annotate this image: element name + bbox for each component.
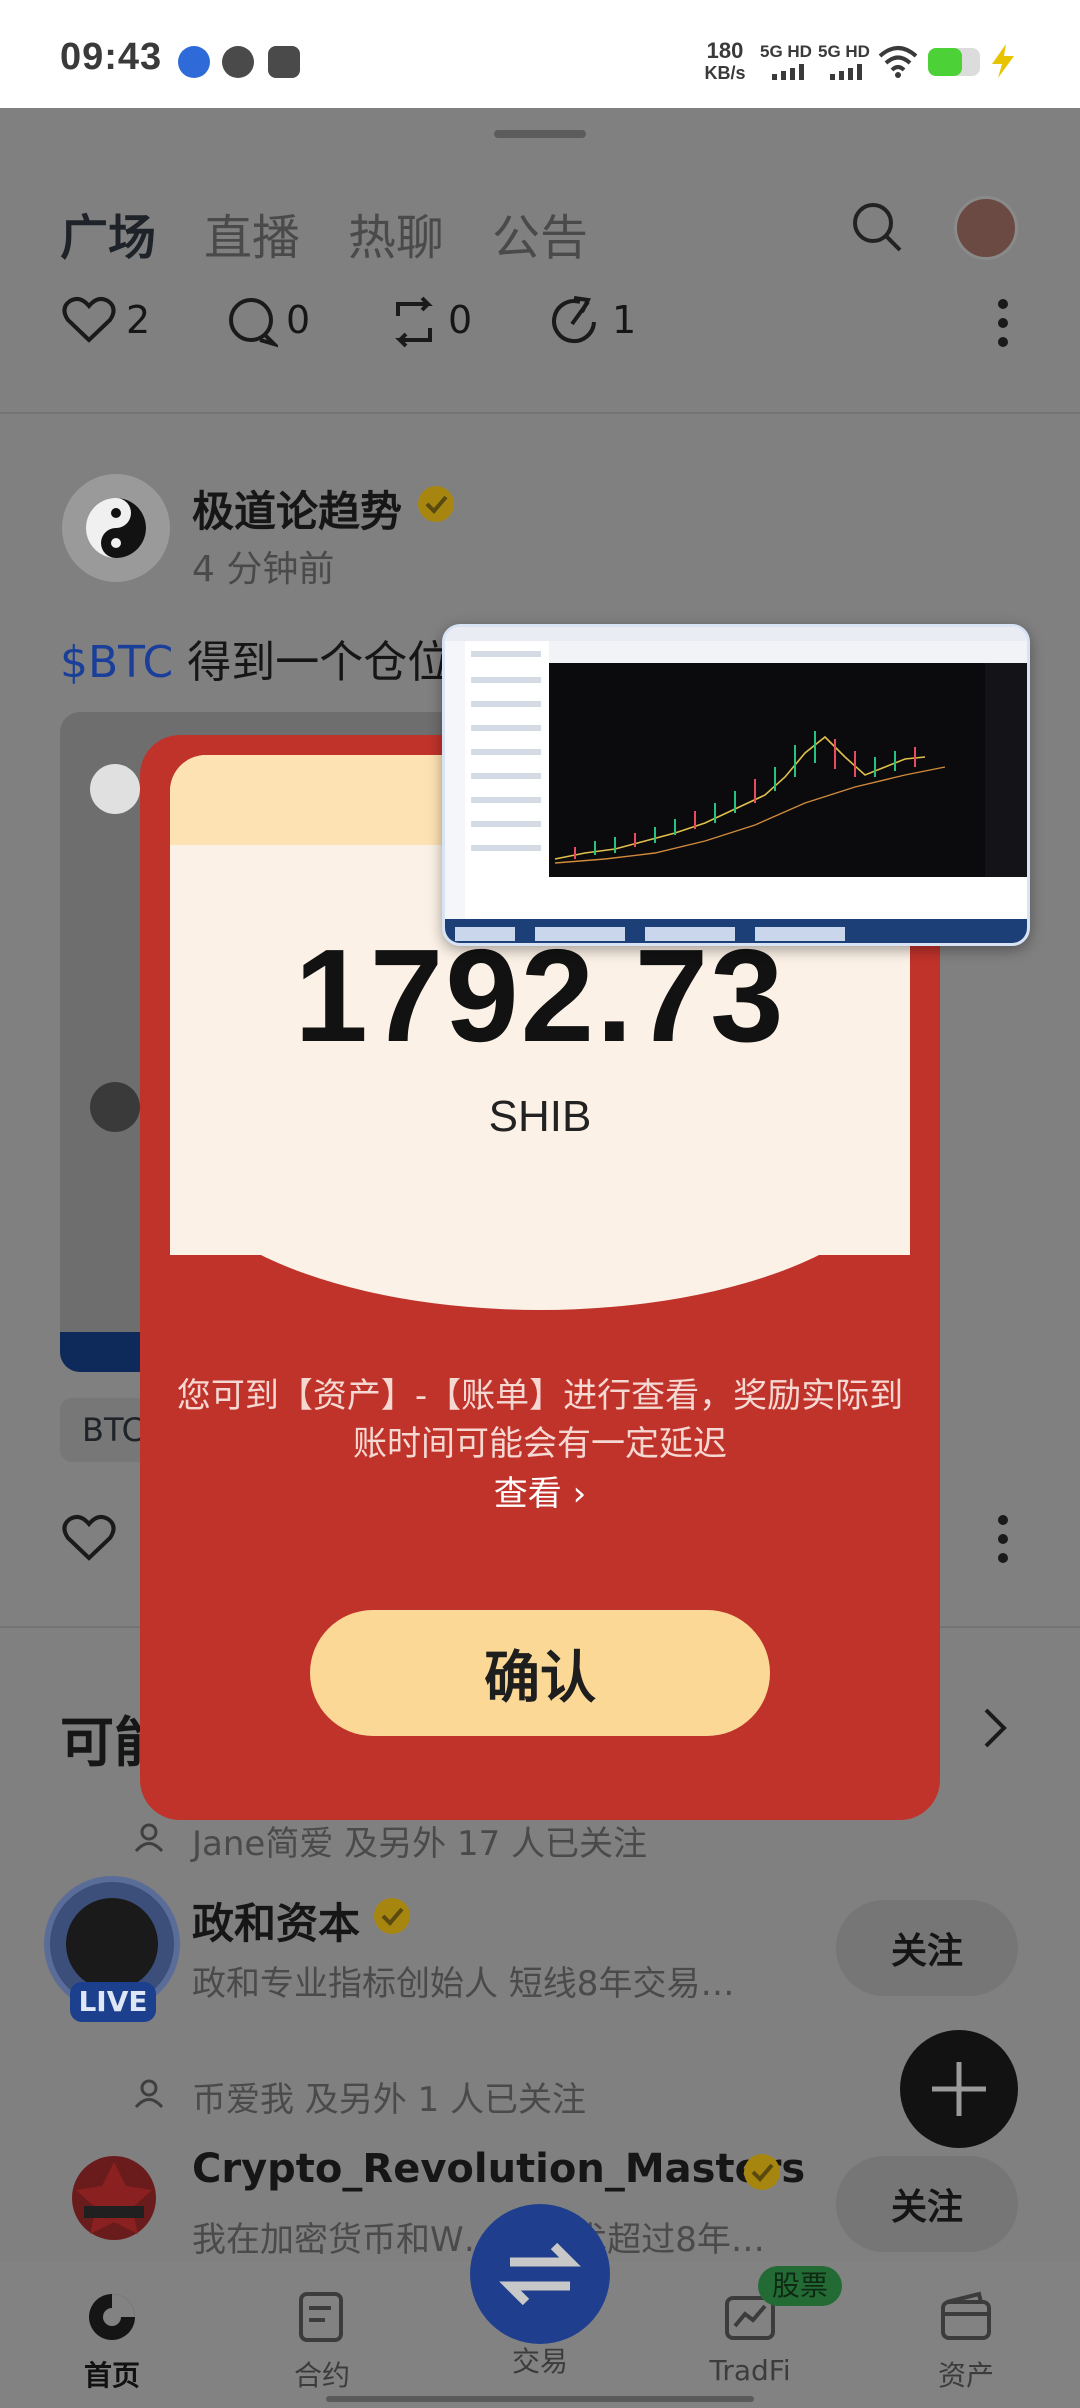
bag-notification-icon bbox=[268, 46, 300, 78]
tab-announcements[interactable]: 公告 bbox=[492, 198, 588, 268]
verified-badge-icon bbox=[372, 1896, 412, 1940]
suggested-user-name[interactable]: 政和资本 bbox=[192, 1890, 360, 1951]
share-count: 1 bbox=[612, 298, 637, 342]
status-time: 09:43 bbox=[60, 36, 163, 78]
home-indicator bbox=[326, 2396, 754, 2402]
verified-badge-icon bbox=[742, 2152, 782, 2196]
net-speed-value: 180 bbox=[706, 38, 744, 63]
tab-square[interactable]: 广场 bbox=[60, 198, 156, 268]
nav-home-label: 首页 bbox=[83, 2359, 140, 2392]
wallet-icon bbox=[941, 2291, 991, 2340]
stock-badge: 股票 bbox=[758, 2266, 842, 2306]
nav-home[interactable]: 首页 bbox=[42, 2290, 182, 2394]
post-time: 4 分钟前 bbox=[192, 549, 335, 590]
status-bar: 09:43 180 KB/s 5G HD 5G HD bbox=[0, 0, 1080, 108]
more-options-icon-2[interactable] bbox=[996, 1514, 1010, 1568]
search-icon[interactable] bbox=[850, 200, 904, 258]
net-speed-unit: KB/s bbox=[704, 63, 746, 83]
home-icon bbox=[89, 2294, 135, 2340]
sim2-label: 5G HD bbox=[818, 42, 870, 61]
nav-tradfi-label: TradFi bbox=[709, 2354, 791, 2387]
envelope-flap-left bbox=[170, 755, 460, 845]
futures-icon bbox=[299, 2292, 343, 2342]
sheet-handle[interactable] bbox=[494, 130, 586, 138]
live-badge: LIVE bbox=[70, 1982, 156, 2022]
view-bill-link[interactable]: 查看 › bbox=[170, 1466, 910, 1515]
nav-futures-label: 合约 bbox=[293, 2359, 350, 2392]
followed-by-text: Jane简爱 及另外 17 人已关注 bbox=[192, 1824, 648, 1864]
signal-icon bbox=[772, 64, 808, 84]
like-count: 2 bbox=[126, 298, 151, 342]
ticker-link[interactable]: $BTC bbox=[60, 637, 173, 688]
trading-chart-thumbnail bbox=[445, 627, 1027, 943]
nav-assets[interactable]: 资产 bbox=[896, 2290, 1036, 2394]
suggested-user-bio: 政和专业指标创始人 短线8年交易… bbox=[192, 1964, 735, 2004]
tab-hot-chat[interactable]: 热聊 bbox=[348, 198, 444, 268]
net-speed: 180 KB/s bbox=[700, 40, 750, 84]
user-icon bbox=[134, 2078, 164, 2112]
tab-live[interactable]: 直播 bbox=[204, 198, 300, 268]
followed-by-text: 币爱我 及另外 1 人已关注 bbox=[192, 2080, 587, 2120]
suggested-user-avatar[interactable] bbox=[72, 2156, 156, 2240]
reward-notice-line-2: 账时间可能会有一定延迟 bbox=[353, 1424, 727, 1464]
reward-notice: 您可到【资产】-【账单】进行查看，奖励实际到 账时间可能会有一定延迟 bbox=[170, 1372, 910, 1468]
nav-futures[interactable]: 合约 bbox=[252, 2290, 392, 2394]
confirm-button[interactable]: 确认 bbox=[310, 1610, 770, 1736]
nav-trade[interactable]: 交易 bbox=[470, 2340, 610, 2380]
avatar[interactable] bbox=[954, 196, 1018, 260]
comment-count: 0 bbox=[286, 298, 311, 342]
chart-screenshot-popup[interactable] bbox=[442, 624, 1030, 946]
post-text: $BTC 得到一个仓位 bbox=[60, 626, 451, 690]
trade-swap-icon bbox=[499, 2242, 581, 2306]
plus-icon bbox=[932, 2062, 986, 2116]
follow-button[interactable]: 关注 bbox=[836, 2156, 1018, 2252]
app-notification-icon bbox=[178, 46, 210, 78]
reward-currency: SHIB bbox=[488, 1092, 592, 1141]
create-post-button[interactable] bbox=[900, 2030, 1018, 2148]
signal-icon-2 bbox=[830, 64, 866, 84]
divider bbox=[0, 412, 1080, 414]
sim1-label: 5G HD bbox=[760, 42, 812, 61]
author-avatar[interactable] bbox=[62, 474, 170, 582]
message-notification-icon bbox=[222, 46, 254, 78]
nav-trade-label: 交易 bbox=[511, 2345, 568, 2378]
post-body: 得到一个仓位 bbox=[187, 637, 452, 688]
verified-badge-icon bbox=[416, 484, 456, 528]
wifi-icon bbox=[878, 44, 918, 82]
battery-icon bbox=[928, 48, 980, 76]
suggested-user-name[interactable]: Crypto_Revolution_Masters bbox=[192, 2146, 805, 2192]
like-icon[interactable] bbox=[62, 296, 116, 348]
comment-icon[interactable] bbox=[226, 296, 281, 352]
user-icon bbox=[134, 1822, 164, 1856]
author-name[interactable]: 极道论趋势 bbox=[192, 478, 402, 539]
charging-icon bbox=[990, 44, 1016, 82]
repost-icon[interactable] bbox=[388, 296, 440, 352]
more-options-icon[interactable] bbox=[996, 298, 1010, 352]
reward-notice-line-1: 您可到【资产】-【账单】进行查看，奖励实际到 bbox=[176, 1376, 904, 1416]
chevron-right-icon[interactable] bbox=[980, 1706, 1010, 1754]
share-icon[interactable] bbox=[550, 296, 602, 352]
repost-count: 0 bbox=[448, 298, 473, 342]
nav-assets-label: 资产 bbox=[937, 2359, 994, 2392]
follow-button[interactable]: 关注 bbox=[836, 1900, 1018, 1996]
like-icon-2[interactable] bbox=[62, 1514, 116, 1566]
nav-trade-button[interactable] bbox=[470, 2204, 610, 2344]
